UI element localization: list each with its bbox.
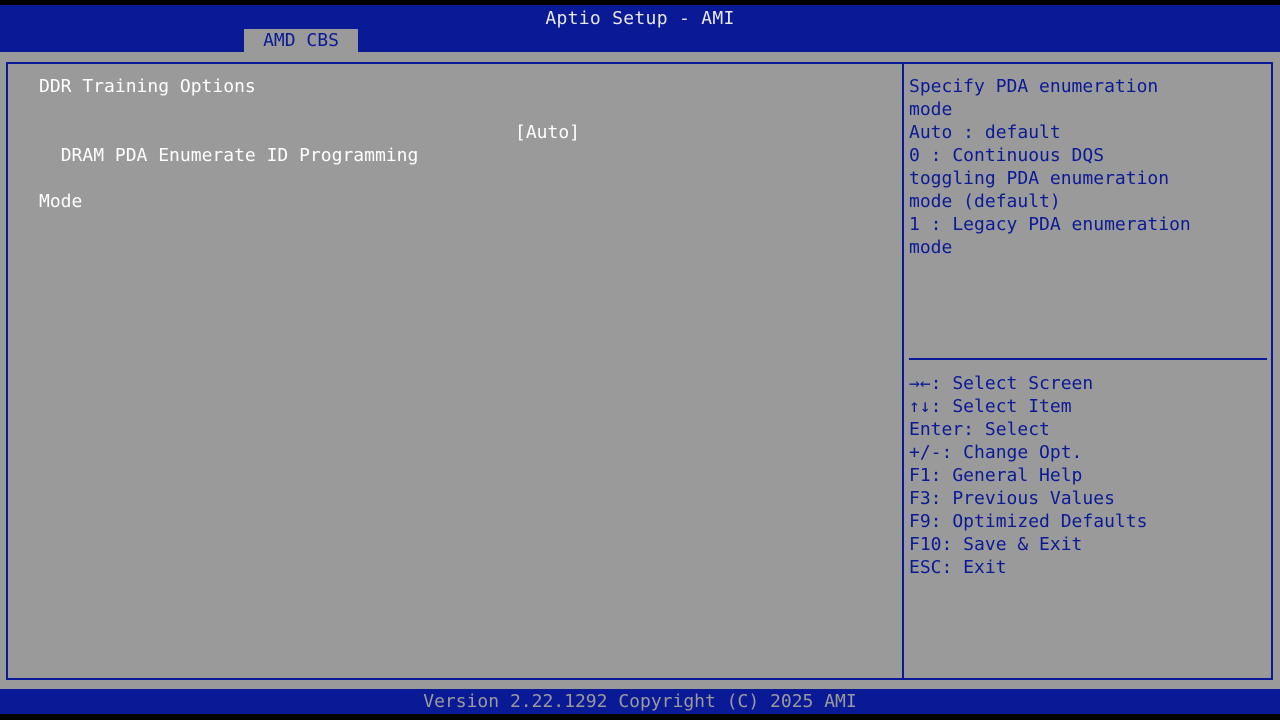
help-line: mode [909, 99, 953, 120]
key-general-help: F1: General Help [909, 465, 1083, 486]
help-line: mode [909, 237, 953, 258]
help-line: toggling PDA enumeration [909, 168, 1170, 189]
key-select-item: ↑↓: Select Item [909, 396, 1072, 417]
setting-value-selector[interactable]: [Auto] [515, 121, 580, 144]
setting-dram-pda-enumerate-id[interactable]: DRAM PDA Enumerate ID Programming Mode [39, 121, 418, 236]
help-divider [909, 358, 1267, 360]
app-title: Aptio Setup - AMI [545, 8, 735, 29]
setting-label-line2: Mode [39, 191, 83, 212]
tab-amd-cbs[interactable]: AMD CBS [244, 29, 358, 52]
help-line: Specify PDA enumeration [909, 76, 1159, 97]
section-title: DDR Training Options [39, 76, 256, 97]
help-line: Auto : default [909, 122, 1061, 143]
help-line: mode (default) [909, 191, 1061, 212]
key-legend: →←: Select Screen ↑↓: Select Item Enter:… [909, 372, 1147, 579]
help-line: 1 : Legacy PDA enumeration [909, 214, 1191, 235]
help-line: 0 : Continuous DQS [909, 145, 1105, 166]
setting-label-line1: DRAM PDA Enumerate ID Programming [60, 145, 419, 166]
key-esc-exit: ESC: Exit [909, 557, 1007, 578]
key-select-screen: →←: Select Screen [909, 373, 1094, 394]
version-text: Version 2.22.1292 Copyright (C) 2025 AMI [423, 691, 857, 712]
key-change-opt: +/-: Change Opt. [909, 442, 1083, 463]
key-optimized-defaults: F9: Optimized Defaults [909, 511, 1148, 532]
key-enter-select: Enter: Select [909, 419, 1050, 440]
help-description: Specify PDA enumeration mode Auto : defa… [909, 75, 1264, 259]
key-save-exit: F10: Save & Exit [909, 534, 1083, 555]
key-previous-values: F3: Previous Values [909, 488, 1115, 509]
